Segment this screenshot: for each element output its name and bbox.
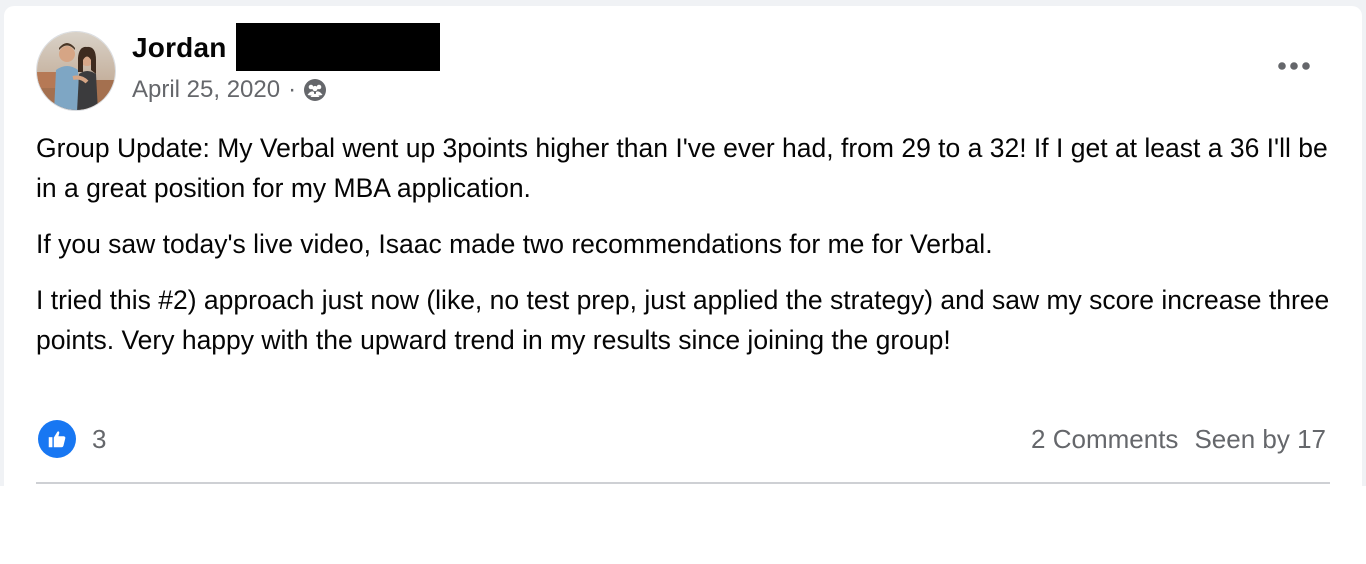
actions-divider — [36, 482, 1330, 484]
author-avatar[interactable] — [36, 31, 116, 111]
meta-separator: · — [288, 76, 297, 103]
post-paragraph-1: Group Update: My Verbal went up 3points … — [36, 133, 1328, 203]
author-name[interactable]: Jordan — [132, 32, 227, 64]
post-paragraph-3: I tried this #2) approach just now (like… — [36, 285, 1330, 355]
comments-count-link[interactable]: 2 Comments — [1031, 424, 1178, 455]
post-body: Group Update: My Verbal went up 3points … — [36, 128, 1332, 376]
like-icon — [38, 420, 76, 458]
more-horizontal-icon — [1278, 62, 1310, 70]
post-date[interactable]: April 25, 2020 — [132, 76, 280, 104]
avatar-photo — [37, 32, 115, 110]
redacted-last-name — [236, 23, 440, 71]
reactions-summary[interactable]: 3 — [38, 420, 106, 458]
post-meta: April 25, 2020 · — [132, 76, 328, 104]
seen-by-link[interactable]: Seen by 17 — [1194, 424, 1326, 455]
group-members-icon[interactable] — [302, 77, 328, 103]
post-paragraph-2: If you saw today's live video, Isaac mad… — [36, 229, 993, 259]
more-options-button[interactable] — [1270, 48, 1318, 84]
page-lower-area — [0, 486, 1366, 564]
post-card: Jordan April 25, 2020 · Group Update: My… — [4, 6, 1362, 496]
post-stats: 2 Comments Seen by 17 — [1031, 424, 1326, 455]
reaction-count: 3 — [92, 423, 107, 454]
